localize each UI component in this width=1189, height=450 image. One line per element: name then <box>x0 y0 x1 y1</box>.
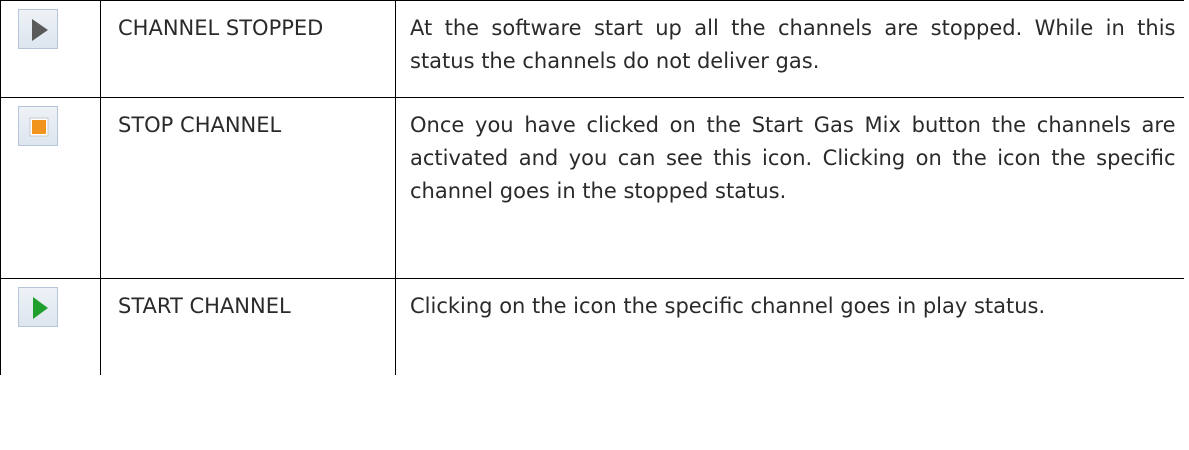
channel-status-table: CHANNEL STOPPED At the software start up… <box>0 0 1184 375</box>
status-name: CHANNEL STOPPED <box>100 0 396 98</box>
play-green-icon <box>18 287 58 327</box>
play-grey-icon <box>18 9 58 49</box>
status-description: Once you have clicked on the Start Gas M… <box>395 97 1184 279</box>
status-name: STOP CHANNEL <box>100 97 396 279</box>
icon-cell <box>0 97 101 279</box>
table-row: START CHANNEL Clicking on the icon the s… <box>0 278 1184 375</box>
icon-cell <box>0 0 101 98</box>
stop-orange-icon <box>18 106 58 146</box>
status-description: Clicking on the icon the specific channe… <box>395 278 1184 375</box>
table-row: STOP CHANNEL Once you have clicked on th… <box>0 97 1184 279</box>
status-name: START CHANNEL <box>100 278 396 375</box>
table-row: CHANNEL STOPPED At the software start up… <box>0 0 1184 98</box>
status-description: At the software start up all the channel… <box>395 0 1184 98</box>
icon-cell <box>0 278 101 375</box>
